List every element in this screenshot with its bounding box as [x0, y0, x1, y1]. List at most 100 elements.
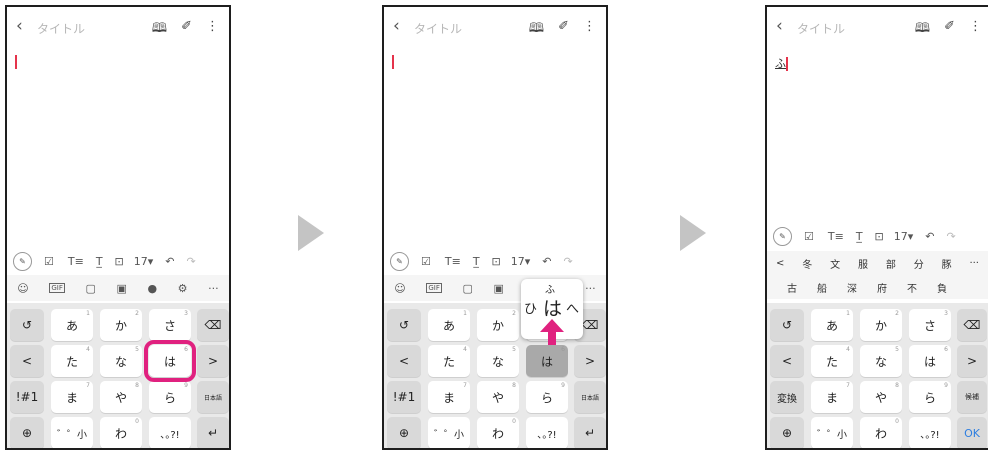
undo-icon[interactable]: ↶ — [925, 230, 934, 243]
attach-icon[interactable]: ✐ — [944, 19, 955, 41]
ok-key[interactable]: OK — [957, 417, 987, 448]
key-a[interactable]: あ1 — [428, 309, 470, 341]
pen-icon[interactable]: ✎ — [13, 251, 32, 271]
candidate[interactable]: 深 — [847, 280, 857, 295]
language-key[interactable]: 日本語 — [197, 381, 229, 413]
note-body[interactable] — [15, 55, 17, 69]
candidate[interactable]: 不 — [907, 280, 917, 295]
translate-icon[interactable]: ▣ — [493, 282, 503, 295]
candidate[interactable]: 部 — [886, 256, 896, 271]
text-style-icon[interactable]: T≡ — [445, 255, 461, 268]
more-options-icon[interactable]: ··· — [208, 282, 219, 295]
key-ta[interactable]: た4 — [428, 345, 470, 377]
more-icon[interactable]: ⋮ — [583, 19, 596, 41]
font-size-select[interactable]: 17▾ — [511, 255, 531, 268]
undo-icon[interactable]: ↶ — [165, 255, 174, 268]
key-ha[interactable]: は6 — [526, 345, 568, 377]
reverse-key[interactable]: ↺ — [387, 309, 421, 341]
more-icon[interactable]: ⋮ — [969, 19, 982, 41]
key-a[interactable]: あ1 — [811, 309, 853, 341]
text-style-icon[interactable]: T≡ — [68, 255, 84, 268]
convert-key[interactable]: 変換 — [770, 381, 804, 413]
left-key[interactable]: < — [387, 345, 421, 377]
key-na[interactable]: な5 — [477, 345, 519, 377]
box-icon[interactable]: ⊡ — [492, 255, 501, 268]
left-key[interactable]: < — [770, 345, 804, 377]
language-key[interactable]: 日本語 — [574, 381, 606, 413]
backspace-key[interactable]: ⌫ — [197, 309, 229, 341]
globe-key[interactable]: ⊕ — [770, 417, 804, 448]
redo-icon[interactable]: ↷ — [564, 255, 573, 268]
attach-icon[interactable]: ✐ — [181, 19, 192, 41]
symbol-key[interactable]: !#1 — [387, 381, 421, 413]
more-icon[interactable]: ⋮ — [206, 19, 219, 41]
left-key[interactable]: < — [10, 345, 44, 377]
enter-key[interactable]: ↵ — [574, 417, 606, 448]
punctuation-key[interactable]: ､｡?! — [909, 417, 951, 448]
key-wa[interactable]: わ0 — [860, 417, 902, 448]
clipboard-icon[interactable]: ▢ — [462, 282, 472, 295]
underline-icon[interactable]: T̲ — [96, 255, 103, 268]
candidate-back[interactable]: < — [776, 258, 784, 269]
key-ya[interactable]: や8 — [477, 381, 519, 413]
globe-key[interactable]: ⊕ — [10, 417, 44, 448]
key-ka[interactable]: か2 — [477, 309, 519, 341]
checkbox-icon[interactable]: ☑ — [421, 255, 431, 268]
book-icon[interactable]: 🕮 — [915, 19, 930, 41]
dakuten-key[interactable]: ゛゜小 — [51, 417, 93, 448]
key-ra[interactable]: ら9 — [909, 381, 951, 413]
back-icon[interactable]: ‹ — [776, 16, 783, 36]
box-icon[interactable]: ⊡ — [875, 230, 884, 243]
clipboard-icon[interactable]: ▢ — [85, 282, 95, 295]
redo-icon[interactable]: ↷ — [947, 230, 956, 243]
redo-icon[interactable]: ↷ — [187, 255, 196, 268]
candidate[interactable]: 負 — [937, 280, 947, 295]
emoji-icon[interactable]: ☺ — [17, 282, 28, 295]
title-field[interactable]: タイトル — [37, 20, 85, 37]
box-icon[interactable]: ⊡ — [115, 255, 124, 268]
reverse-key[interactable]: ↺ — [770, 309, 804, 341]
undo-icon[interactable]: ↶ — [542, 255, 551, 268]
back-icon[interactable]: ‹ — [16, 16, 23, 36]
symbol-key[interactable]: !#1 — [10, 381, 44, 413]
attach-icon[interactable]: ✐ — [558, 19, 569, 41]
globe-key[interactable]: ⊕ — [387, 417, 421, 448]
title-field[interactable]: タイトル — [414, 20, 462, 37]
candidate[interactable]: 船 — [817, 280, 827, 295]
key-ka[interactable]: か2 — [860, 309, 902, 341]
key-ya[interactable]: や8 — [860, 381, 902, 413]
backspace-key[interactable]: ⌫ — [957, 309, 987, 341]
key-ra[interactable]: ら9 — [149, 381, 191, 413]
book-icon[interactable]: 🕮 — [152, 19, 167, 41]
candidate[interactable]: 冬 — [802, 256, 812, 271]
right-key[interactable]: > — [574, 345, 606, 377]
translate-icon[interactable]: ▣ — [116, 282, 126, 295]
more-options-icon[interactable]: ··· — [585, 282, 596, 295]
checkbox-icon[interactable]: ☑ — [44, 255, 54, 268]
key-wa[interactable]: わ0 — [100, 417, 142, 448]
gif-icon[interactable]: GIF — [49, 283, 65, 293]
candidate[interactable]: 豚 — [942, 256, 952, 271]
underline-icon[interactable]: T̲ — [473, 255, 480, 268]
right-key[interactable]: > — [957, 345, 987, 377]
candidate[interactable]: 府 — [877, 280, 887, 295]
font-size-select[interactable]: 17▾ — [134, 255, 154, 268]
key-na[interactable]: な5 — [100, 345, 142, 377]
key-sa[interactable]: さ3 — [149, 309, 191, 341]
text-style-icon[interactable]: T≡ — [828, 230, 844, 243]
key-ma[interactable]: ま7 — [811, 381, 853, 413]
punctuation-key[interactable]: ､｡?! — [526, 417, 568, 448]
key-ka[interactable]: か2 — [100, 309, 142, 341]
punctuation-key[interactable]: ､｡?! — [149, 417, 191, 448]
back-icon[interactable]: ‹ — [393, 16, 400, 36]
note-body[interactable]: ふ — [775, 55, 788, 71]
mic-icon[interactable]: ● — [147, 282, 157, 295]
key-ha[interactable]: は6 — [909, 345, 951, 377]
pen-icon[interactable]: ✎ — [390, 251, 409, 271]
key-ya[interactable]: や8 — [100, 381, 142, 413]
key-sa[interactable]: さ3 — [909, 309, 951, 341]
note-body[interactable] — [392, 55, 394, 69]
key-ra[interactable]: ら9 — [526, 381, 568, 413]
dakuten-key[interactable]: ゛゜小 — [811, 417, 853, 448]
key-ta[interactable]: た4 — [51, 345, 93, 377]
